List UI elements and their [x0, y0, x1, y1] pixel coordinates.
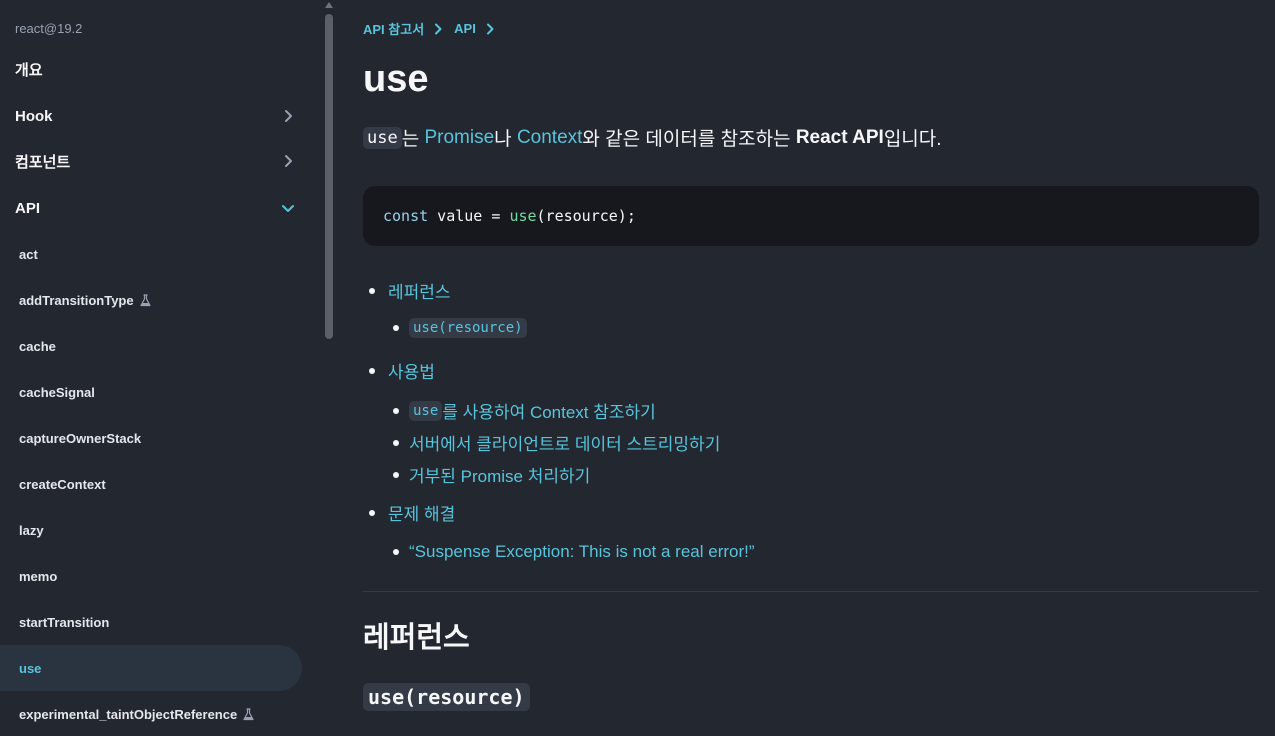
sidebar-item-starttransition[interactable]: startTransition — [0, 599, 302, 645]
sidebar-item-use[interactable]: use — [0, 645, 302, 691]
sub-heading-use-resource: use(resource) — [363, 683, 530, 711]
chevron-right-icon — [285, 155, 292, 167]
sidebar-item-label: addTransitionType — [19, 292, 134, 308]
sidebar-item-cache[interactable]: cache — [0, 323, 302, 369]
inline-code: use — [363, 126, 402, 149]
promise-link[interactable]: Promise — [424, 127, 494, 149]
toc-link[interactable]: 를 사용하여 Context 참조하기 — [442, 398, 656, 423]
context-link[interactable]: Context — [517, 127, 582, 149]
sidebar-section-label: Hook — [15, 107, 53, 125]
flask-icon — [243, 707, 254, 720]
toc-item-streaming[interactable]: 서버에서 클라이언트로 데이터 스트리밍하기 — [393, 430, 720, 455]
intro-text: 는 — [401, 129, 425, 150]
sidebar-item-label: startTransition — [19, 614, 110, 630]
toc-link[interactable]: 사용법 — [388, 358, 435, 383]
sidebar-section-label: 컴포넌트 — [15, 153, 71, 171]
sidebar-item-createcontext[interactable]: createContext — [0, 461, 302, 507]
code-keyword: const — [383, 207, 429, 225]
toc-link[interactable]: 문제 해결 — [388, 500, 455, 525]
scroll-up-arrow-icon[interactable] — [325, 2, 333, 8]
toc-item-rejected-promise[interactable]: 거부된 Promise 처리하기 — [393, 462, 590, 487]
sub-heading-code: use(resource) — [363, 683, 530, 711]
toc-item-use-context[interactable]: use 를 사용하여 Context 참조하기 — [393, 398, 656, 423]
flask-icon — [140, 293, 151, 306]
toc-item-troubleshooting[interactable]: 문제 해결 — [369, 500, 455, 525]
sidebar-item-lazy[interactable]: lazy — [0, 507, 302, 553]
sidebar-item-addtransitiontype[interactable]: addTransitionType — [0, 277, 302, 323]
code-variable: value — [428, 207, 492, 225]
page-title: use — [363, 58, 429, 100]
breadcrumb: API 참고서 API — [363, 19, 506, 38]
sidebar-item-label: act — [19, 246, 38, 262]
sidebar-item-label: experimental_taintObjectReference — [19, 706, 238, 722]
section-heading-reference: 레퍼런스 — [363, 622, 470, 654]
bullet-icon — [369, 287, 375, 294]
bullet-icon — [369, 509, 375, 516]
sidebar-item-label: lazy — [19, 522, 44, 538]
toc-link[interactable]: 거부된 Promise 처리하기 — [409, 462, 590, 487]
sidebar-item-label: createContext — [19, 476, 106, 492]
intro-text: 나 — [494, 129, 517, 150]
scrollbar-thumb[interactable] — [325, 14, 333, 339]
toc-link[interactable]: “Suspense Exception: This is not a real … — [409, 542, 755, 562]
bullet-icon — [393, 439, 399, 446]
version-label[interactable]: react@19.2 — [15, 21, 82, 36]
toc-link[interactable]: 서버에서 클라이언트로 데이터 스트리밍하기 — [409, 430, 720, 455]
sidebar-item-label: use — [19, 660, 42, 676]
intro-text: 와 같은 데이터를 참조하는 — [582, 129, 796, 150]
sidebar-item-label: captureOwnerStack — [19, 430, 142, 446]
breadcrumb-link-api[interactable]: API — [454, 21, 476, 36]
sidebar-section-hook[interactable]: Hook — [15, 104, 295, 128]
chevron-right-icon — [486, 23, 494, 34]
toc-item-use-resource[interactable]: use(resource) — [393, 318, 527, 338]
sidebar-item-label: cacheSignal — [19, 384, 95, 400]
code-args: (resource); — [536, 207, 636, 225]
sidebar-section-components[interactable]: 컴포넌트 — [15, 149, 295, 173]
code-operator: = — [491, 207, 510, 225]
toc-link[interactable]: use(resource) — [409, 318, 527, 338]
intro-text: 입니다. — [883, 129, 942, 150]
intro-strong: React API — [795, 126, 884, 148]
bullet-icon — [393, 407, 399, 414]
sidebar-item-label: memo — [19, 568, 58, 584]
sidebar-section-label: API — [15, 199, 41, 217]
sidebar-section-overview[interactable]: 개요 — [15, 57, 295, 81]
code-function: use — [509, 207, 537, 225]
bullet-icon — [393, 325, 399, 331]
sidebar-item-cachesignal[interactable]: cacheSignal — [0, 369, 302, 415]
sidebar-item-captureownerstack[interactable]: captureOwnerStack — [0, 415, 302, 461]
sidebar-section-label: 개요 — [15, 61, 43, 79]
sidebar: react@19.2 개요 Hook 컴포넌트 API act addTrans… — [0, 0, 322, 736]
sidebar-item-experimental-taintobjectreference[interactable]: experimental_taintObjectReference — [0, 691, 302, 736]
sidebar-item-memo[interactable]: memo — [0, 553, 302, 599]
chevron-right-icon — [435, 23, 442, 34]
chevron-down-icon — [282, 205, 294, 212]
page-intro: use 는 Promise 나 Context 와 같은 데이터를 참조하는 Reac… — [363, 124, 942, 151]
toc-item-suspense-exception[interactable]: “Suspense Exception: This is not a real … — [393, 542, 755, 562]
sidebar-item-label: cache — [19, 338, 56, 354]
chevron-right-icon — [285, 110, 292, 122]
section-divider — [363, 591, 1259, 592]
main-content: API 참고서 API use use 는 Promise 나 Context 와 같… — [363, 0, 1259, 736]
sidebar-section-api[interactable]: API — [15, 196, 295, 220]
toc-link[interactable]: 레퍼런스 — [388, 278, 451, 303]
bullet-icon — [393, 549, 399, 555]
toc-link-code[interactable]: use — [409, 400, 443, 421]
breadcrumb-link-api-reference[interactable]: API 참고서 — [363, 19, 424, 38]
code-snippet[interactable]: const value = use (resource); — [363, 186, 1259, 246]
toc-item-reference[interactable]: 레퍼런스 — [369, 278, 451, 303]
sidebar-item-act[interactable]: act — [0, 231, 302, 277]
bullet-icon — [393, 471, 399, 478]
toc-item-usage[interactable]: 사용법 — [369, 358, 435, 383]
bullet-icon — [369, 367, 375, 374]
